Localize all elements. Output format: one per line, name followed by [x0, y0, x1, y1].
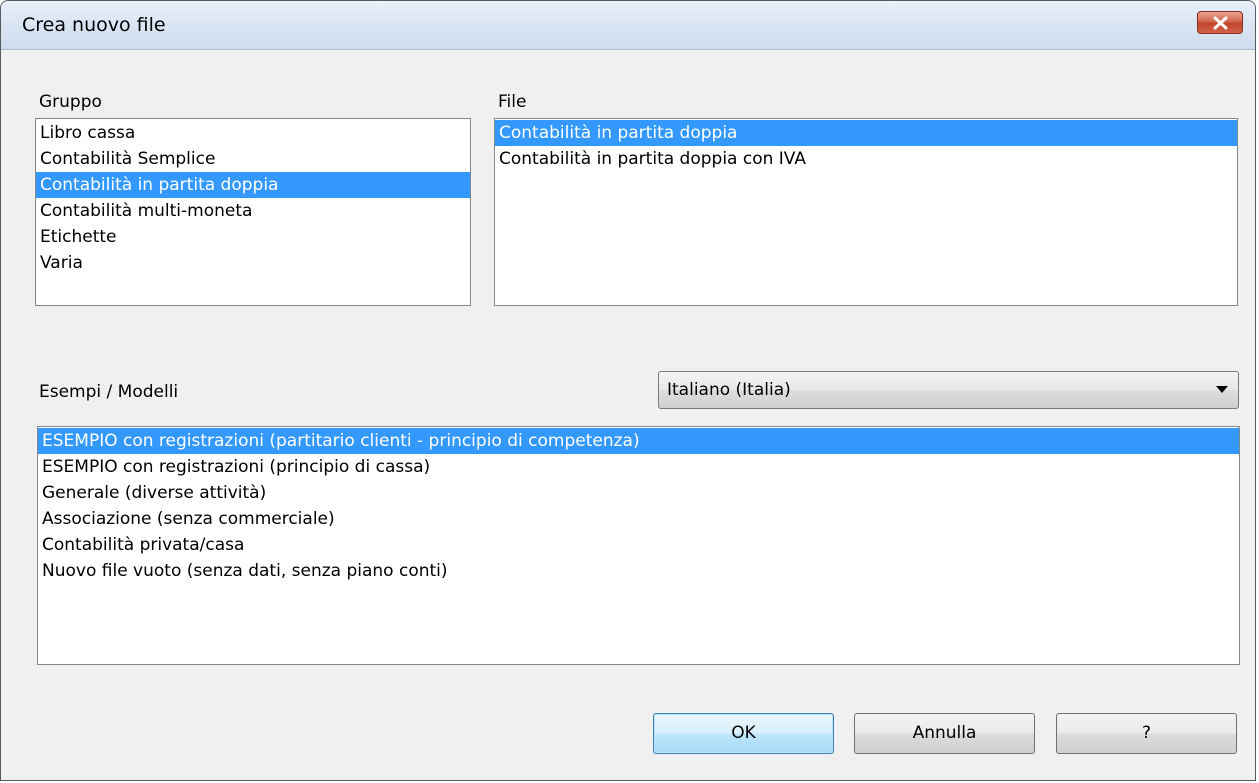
esempi-label: Esempi / Modelli: [39, 382, 179, 402]
file-label: File: [498, 92, 527, 112]
list-item-selected[interactable]: ESEMPIO con registrazioni (partitario cl…: [38, 428, 1239, 454]
list-item[interactable]: Associazione (senza commerciale): [38, 506, 1239, 532]
file-listbox[interactable]: Contabilità in partita doppia Contabilit…: [494, 118, 1238, 306]
close-icon: [1213, 16, 1228, 30]
esempi-listbox[interactable]: ESEMPIO con registrazioni (partitario cl…: [37, 426, 1240, 665]
list-item[interactable]: Libro cassa: [36, 120, 470, 146]
title-bar[interactable]: Crea nuovo file: [1, 1, 1255, 50]
dialog-content: Gruppo File Libro cassa Contabilità Semp…: [1, 50, 1255, 780]
ok-button[interactable]: OK: [653, 713, 834, 754]
list-item[interactable]: Contabilità privata/casa: [38, 532, 1239, 558]
list-item-selected[interactable]: Contabilità in partita doppia: [495, 120, 1237, 146]
list-item-selected[interactable]: Contabilità in partita doppia: [36, 172, 470, 198]
dialog-window: Crea nuovo file Gruppo File Libro cassa …: [0, 0, 1256, 781]
list-item[interactable]: Varia: [36, 250, 470, 276]
language-dropdown[interactable]: Italiano (Italia): [658, 371, 1239, 409]
window-title: Crea nuovo file: [22, 14, 166, 36]
list-item[interactable]: Contabilità Semplice: [36, 146, 470, 172]
list-item[interactable]: Generale (diverse attività): [38, 480, 1239, 506]
list-item[interactable]: Etichette: [36, 224, 470, 250]
list-item[interactable]: Nuovo file vuoto (senza dati, senza pian…: [38, 558, 1239, 584]
gruppo-label: Gruppo: [39, 92, 102, 112]
list-item[interactable]: ESEMPIO con registrazioni (principio di …: [38, 454, 1239, 480]
cancel-button[interactable]: Annulla: [854, 713, 1035, 754]
list-item[interactable]: Contabilità in partita doppia con IVA: [495, 146, 1237, 172]
language-dropdown-value: Italiano (Italia): [667, 380, 791, 400]
help-button[interactable]: ?: [1056, 713, 1237, 754]
list-item[interactable]: Contabilità multi-moneta: [36, 198, 470, 224]
gruppo-listbox[interactable]: Libro cassa Contabilità Semplice Contabi…: [35, 118, 471, 306]
chevron-down-icon: [1216, 386, 1228, 393]
close-button[interactable]: [1197, 11, 1243, 34]
